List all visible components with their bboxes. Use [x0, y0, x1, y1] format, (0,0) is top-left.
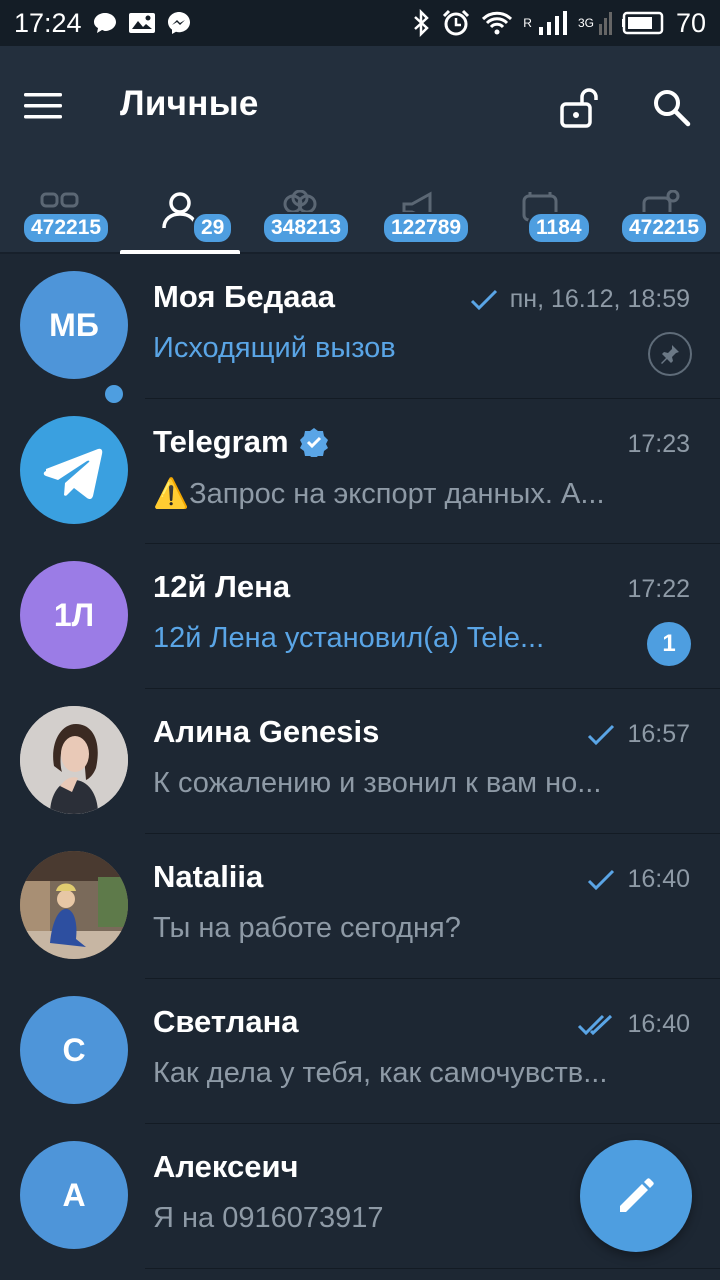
- avatar: [20, 851, 128, 959]
- unread-badge: 1: [647, 622, 691, 666]
- chat-preview: Исходящий вызов: [153, 332, 396, 364]
- unlock-icon[interactable]: [558, 86, 602, 130]
- chat-preview-text: Запрос на экспорт данных. А...: [189, 478, 605, 510]
- menu-icon[interactable]: [24, 92, 62, 120]
- double-check-icon: [578, 1014, 613, 1035]
- check-icon: [588, 869, 615, 890]
- chat-time: 16:40: [627, 865, 690, 893]
- tab-unread[interactable]: 472215: [600, 170, 720, 254]
- chat-preview: Ты на работе сегодня?: [153, 912, 461, 944]
- chat-name: Светлана: [153, 1004, 299, 1040]
- tab-channels[interactable]: 122789: [360, 170, 480, 254]
- online-indicator: [101, 381, 127, 407]
- chat-name: Алина Genesis: [153, 714, 379, 750]
- chat-name-text: Nataliia: [153, 859, 264, 894]
- avatar: [20, 416, 128, 524]
- avatar: МБ: [20, 271, 128, 379]
- chat-name-text: Telegram: [153, 424, 289, 459]
- tab-badge: 472215: [620, 212, 709, 244]
- folder-tabs: 472215 29 348213 122789 1184 472215: [0, 170, 720, 254]
- gallery-icon: [128, 11, 156, 35]
- profile-photo: [20, 851, 128, 959]
- app-bar: Личные: [0, 46, 720, 170]
- chat-row[interactable]: 1Л 12й Лена 17:22 12й Лена установил(а) …: [0, 544, 720, 689]
- check-icon: [588, 724, 615, 745]
- verified-icon: [299, 428, 328, 457]
- chat-row[interactable]: Алина Genesis 16:57 К сожалению и звонил…: [0, 689, 720, 834]
- profile-photo: [20, 706, 128, 814]
- chat-name: Nataliia: [153, 859, 263, 895]
- chat-list: МБ Моя Бедааа пн, 16.12, 18:59 Исходящий…: [0, 254, 720, 1269]
- tab-badge: 122789: [382, 212, 471, 244]
- pin-icon: [648, 332, 692, 376]
- messenger-icon: [166, 10, 192, 36]
- tab-personal[interactable]: 29: [120, 170, 240, 254]
- chat-meta: 16:57: [587, 720, 690, 749]
- chat-name-text: Светлана: [153, 1004, 299, 1039]
- chat-row[interactable]: С Светлана 16:40 Как дела у тебя, как са…: [0, 979, 720, 1124]
- chat-name-text: Алина Genesis: [153, 714, 380, 749]
- chat-meta: пн, 16.12, 18:59: [470, 285, 690, 314]
- page-title: Личные: [120, 84, 259, 123]
- signal-letter: R: [523, 16, 532, 30]
- battery-icon: [621, 11, 666, 35]
- telegram-logo-icon: [43, 448, 103, 500]
- network-type: 3G: [577, 16, 594, 30]
- signal-icon: [538, 10, 568, 36]
- tab-badge: 348213: [262, 212, 351, 244]
- warning-icon: ⚠️: [153, 478, 190, 510]
- tab-groups[interactable]: 348213: [240, 170, 360, 254]
- chat-name: Моя Бедааа: [153, 279, 335, 315]
- search-icon[interactable]: [650, 86, 694, 130]
- chat-meta: 16:40: [577, 1010, 690, 1039]
- chat-time: пн, 16.12, 18:59: [509, 285, 690, 313]
- chat-name-text: 12й Лена: [153, 569, 291, 604]
- avatar: С: [20, 996, 128, 1104]
- chat-preview: ⚠️Запрос на экспорт данных. А...: [153, 477, 663, 511]
- divider: [145, 1268, 720, 1269]
- avatar: [20, 706, 128, 814]
- avatar-initials: 1Л: [53, 596, 95, 633]
- chat-time: 17:22: [627, 575, 690, 603]
- chat-row[interactable]: Nataliia 16:40 Ты на работе сегодня?: [0, 834, 720, 979]
- avatar: А: [20, 1141, 128, 1249]
- bluetooth-icon: [411, 9, 431, 37]
- chat-row[interactable]: Telegram 17:23 ⚠️Запрос на экспорт данны…: [0, 399, 720, 544]
- chat-name: Telegram: [153, 424, 329, 460]
- tab-badge: 1184: [527, 212, 591, 244]
- tab-all[interactable]: 472215: [0, 170, 120, 254]
- avatar: 1Л: [20, 561, 128, 669]
- wifi-icon: [481, 10, 513, 36]
- chat-preview: Как дела у тебя, как самочувств...: [153, 1057, 608, 1089]
- chat-preview: 12й Лена установил(а) Tele...: [153, 622, 545, 654]
- chat-name-text: Моя Бедааа: [153, 279, 335, 314]
- avatar-initials: С: [62, 1031, 86, 1068]
- tab-badge: 29: [192, 212, 234, 244]
- compose-button[interactable]: [580, 1140, 692, 1252]
- chat-meta: 16:40: [587, 865, 690, 894]
- check-icon: [470, 289, 497, 310]
- status-bar: 17:24 R 3G 70: [0, 0, 720, 46]
- chat-time: 17:23: [627, 430, 690, 458]
- tab-bots[interactable]: 1184: [480, 170, 600, 254]
- alarm-icon: [441, 8, 471, 38]
- avatar-initials: МБ: [49, 306, 99, 343]
- chat-preview: К сожалению и звонил к вам но...: [153, 767, 602, 799]
- chat-name: Алексеич: [153, 1149, 299, 1185]
- chat-meta: 17:23: [627, 430, 690, 459]
- tab-badge: 472215: [22, 212, 111, 244]
- chat-time: 16:40: [627, 1010, 690, 1038]
- signal-icon-2: [598, 10, 612, 36]
- chat-meta: 17:22: [627, 575, 690, 604]
- status-time: 17:24: [14, 7, 82, 38]
- avatar-initials: А: [62, 1176, 86, 1213]
- chat-bubble-icon: [92, 10, 118, 36]
- chat-row[interactable]: МБ Моя Бедааа пн, 16.12, 18:59 Исходящий…: [0, 254, 720, 399]
- chat-time: 16:57: [627, 720, 690, 748]
- pencil-icon: [620, 1178, 654, 1212]
- chat-name: 12й Лена: [153, 569, 290, 605]
- chat-name-text: Алексеич: [153, 1149, 299, 1184]
- battery-level: 70: [675, 7, 706, 38]
